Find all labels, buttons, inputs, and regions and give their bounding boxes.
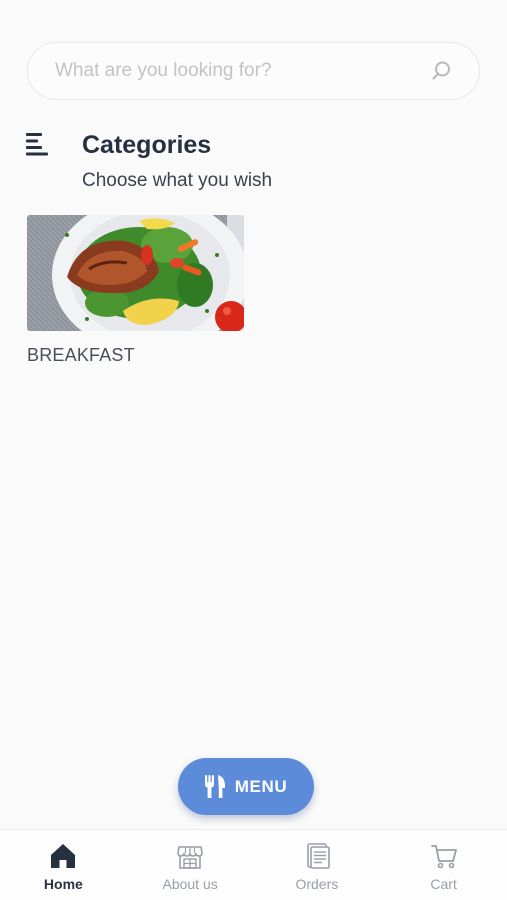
category-label: BREAKFAST xyxy=(27,345,135,365)
nav-label-about-us: About us xyxy=(162,876,218,892)
bottom-nav: Home About us Orders Cart xyxy=(0,829,507,900)
nav-item-cart[interactable]: Cart xyxy=(380,830,507,900)
app-screen: Categories Choose what you wish xyxy=(0,0,507,900)
page-title: Categories xyxy=(82,131,212,159)
nav-item-home[interactable]: Home xyxy=(0,830,127,900)
search-input[interactable] xyxy=(55,60,429,82)
fork-knife-icon xyxy=(204,774,225,798)
store-icon xyxy=(177,846,203,869)
category-image-breakfast[interactable] xyxy=(27,215,244,331)
nav-item-orders[interactable]: Orders xyxy=(254,830,381,900)
search-bar[interactable] xyxy=(27,42,480,100)
menu-lines-icon[interactable] xyxy=(26,133,50,157)
nav-label-home: Home xyxy=(43,876,83,892)
home-icon xyxy=(51,844,76,868)
cart-icon xyxy=(430,845,457,869)
nav-label-cart: Cart xyxy=(430,876,457,892)
nav-label-orders: Orders xyxy=(295,876,339,892)
menu-button[interactable]: MENU xyxy=(178,758,314,815)
orders-icon xyxy=(307,843,330,869)
menu-button-label: MENU xyxy=(234,776,288,796)
category-card-breakfast[interactable]: BREAKFAST xyxy=(27,215,244,366)
search-icon[interactable] xyxy=(429,59,453,83)
nav-item-about-us[interactable]: About us xyxy=(127,830,254,900)
page-subtitle: Choose what you wish xyxy=(82,170,273,191)
